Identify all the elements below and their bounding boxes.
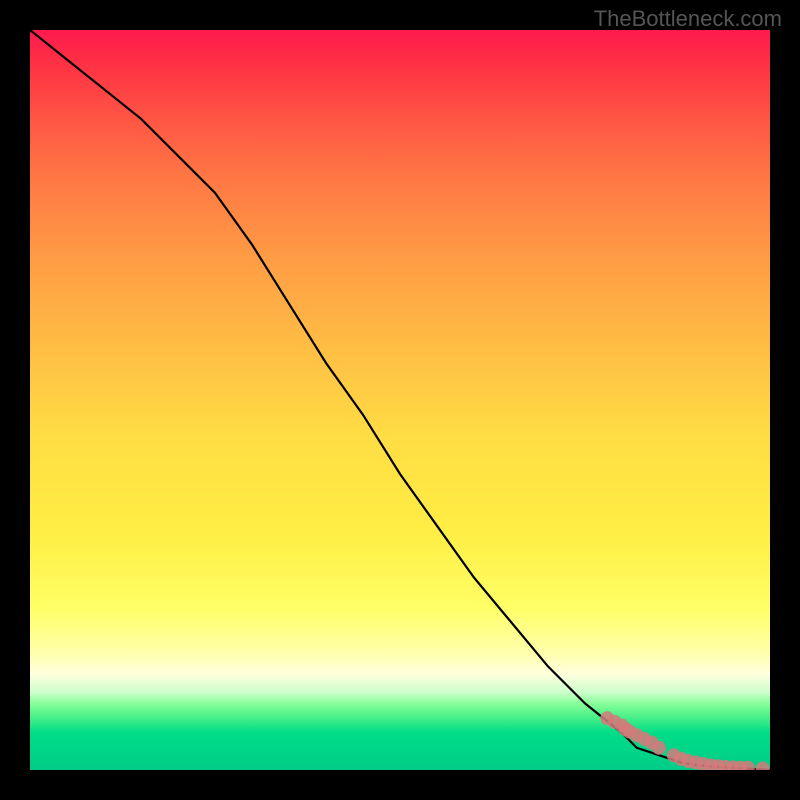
chart-plot — [30, 30, 770, 770]
marker-points — [600, 711, 769, 770]
watermark-text: TheBottleneck.com — [594, 6, 782, 32]
curve-line — [30, 30, 770, 770]
